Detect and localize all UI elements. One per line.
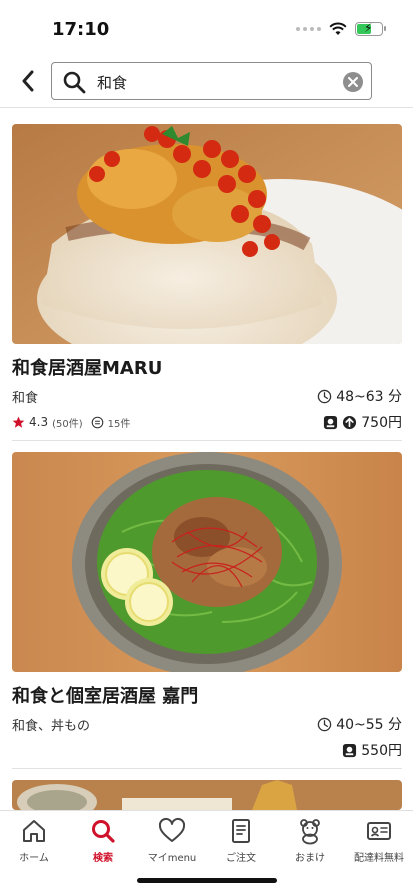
rating-summary: 4.3 (50件) 15件: [12, 415, 130, 430]
delivery-fee-value: 750円: [361, 415, 402, 431]
tab-bonus[interactable]: おまけ: [276, 817, 344, 867]
tab-label: ご注文: [226, 853, 256, 864]
tab-home[interactable]: ホーム: [0, 817, 68, 867]
signal-icon: [296, 27, 321, 31]
search-icon: [62, 70, 86, 94]
star-icon: [12, 416, 25, 428]
tab-my-menu[interactable]: マイmenu: [138, 817, 206, 867]
restaurant-name: 和食居酒屋MARU: [12, 358, 163, 379]
restaurant-card[interactable]: 和食居酒屋MARU 和食 48~63 分 4.3 (50件) 15件 750円: [12, 124, 402, 432]
restaurant-genre: 和食、丼もの: [12, 718, 91, 734]
delivery-time: 48~63 分: [317, 386, 402, 406]
delivery-time: 40~55 分: [317, 714, 402, 734]
status-time: 17:10: [52, 19, 110, 40]
battery-icon: ⚡: [355, 21, 386, 36]
tab-search[interactable]: 検索: [69, 817, 137, 867]
tab-label: 検索: [93, 853, 113, 864]
tab-orders[interactable]: ご注文: [207, 817, 275, 867]
delivery-icon: [343, 743, 357, 757]
restaurant-photo[interactable]: [12, 124, 402, 344]
header-divider: [0, 107, 413, 108]
card-divider: [12, 768, 402, 769]
clock-icon: [317, 389, 332, 403]
home-indicator: [137, 878, 277, 883]
restaurant-photo[interactable]: [12, 452, 402, 672]
comment-icon: [91, 416, 103, 428]
search-icon: [92, 820, 115, 843]
delivery-fee-value: 550円: [361, 743, 402, 759]
clear-search-button[interactable]: [343, 72, 363, 92]
restaurant-name: 和食と個室居酒屋 嘉門: [12, 686, 199, 707]
card-icon: [367, 822, 391, 840]
search-input[interactable]: 和食: [51, 62, 372, 100]
card-divider: [12, 440, 402, 441]
heart-icon: [158, 817, 186, 842]
back-button[interactable]: [16, 68, 40, 94]
restaurant-card[interactable]: 和食と個室居酒屋 嘉門 和食、丼もの 40~55 分 550円: [12, 452, 402, 760]
delivery-fee: 550円: [342, 740, 402, 760]
rating-value: 4.3: [29, 415, 49, 429]
search-query: 和食: [97, 74, 128, 92]
tab-label: ホーム: [19, 853, 49, 864]
close-icon: [348, 77, 358, 87]
restaurant-genre: 和食: [12, 390, 39, 406]
receipt-icon: [232, 819, 250, 843]
bear-icon: [300, 819, 320, 845]
comment-count: 15件: [107, 418, 131, 430]
delivery-time-value: 48~63 分: [336, 389, 402, 405]
restaurant-photo[interactable]: [12, 780, 402, 810]
chevron-left-icon: [22, 70, 34, 92]
tab-label: 配達料無料: [354, 853, 404, 864]
clock-icon: [317, 717, 332, 731]
wifi-icon: [329, 22, 347, 35]
delivery-fee: 750円: [323, 412, 402, 432]
tab-label: マイmenu: [147, 853, 197, 864]
arrow-up-icon: [343, 415, 357, 429]
review-count: (50件): [52, 418, 83, 430]
status-icons: ⚡: [296, 21, 386, 36]
restaurant-card[interactable]: [12, 780, 402, 810]
home-icon: [23, 820, 45, 842]
delivery-icon: [324, 415, 338, 429]
tab-label: おまけ: [295, 853, 325, 864]
status-bar: 17:10 ⚡: [0, 0, 413, 52]
tab-free-delivery[interactable]: 配達料無料: [345, 817, 413, 867]
delivery-time-value: 40~55 分: [336, 717, 402, 733]
search-header: 和食: [0, 56, 413, 108]
